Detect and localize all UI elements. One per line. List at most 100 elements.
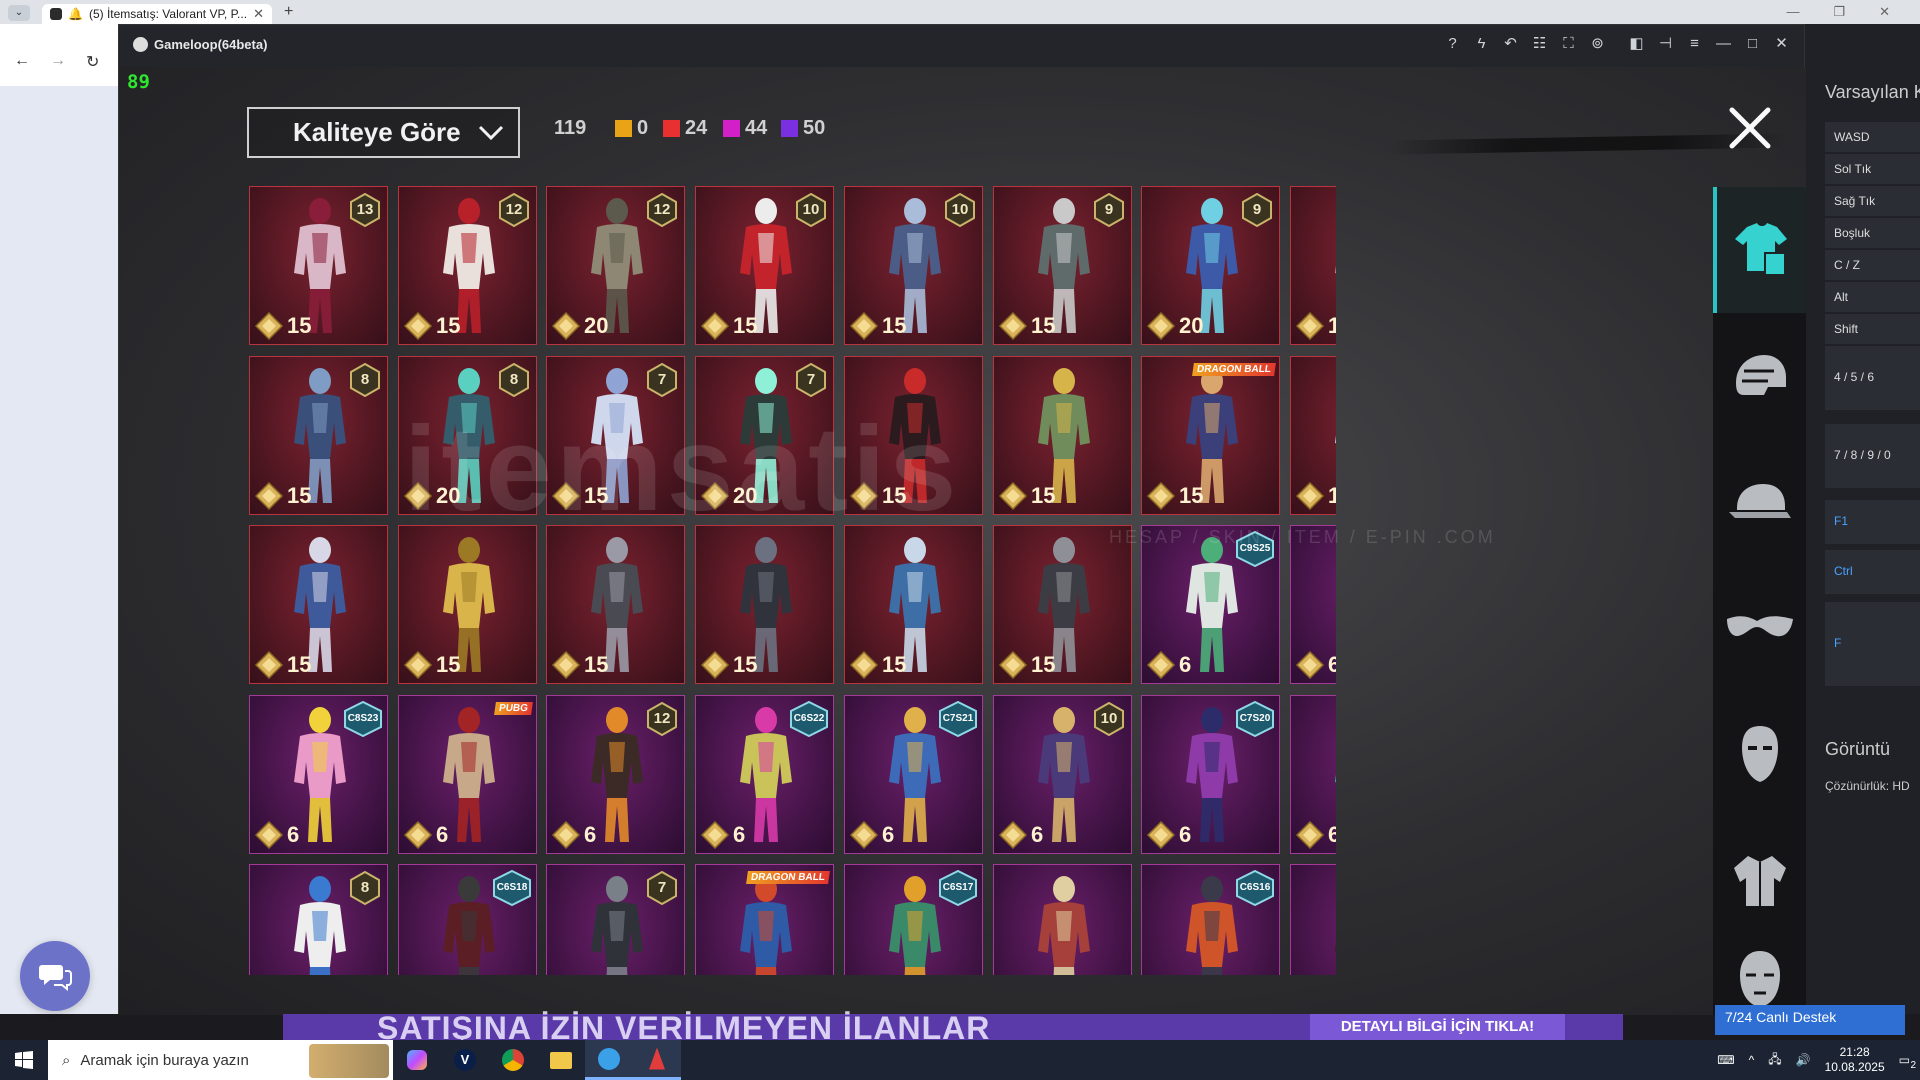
key-row[interactable]: WASD <box>1825 122 1920 152</box>
browser-restore-icon[interactable]: ❐ <box>1833 4 1845 20</box>
sidebar-icon[interactable]: ◧ <box>1628 35 1645 52</box>
taskbar-app-gameloop[interactable] <box>633 1040 681 1080</box>
inventory-item[interactable]: 12 20 <box>546 186 685 345</box>
taskbar-app-chrome[interactable] <box>489 1040 537 1080</box>
inventory-item[interactable]: DRAGON BALL 15 <box>1141 356 1280 515</box>
inventory-item[interactable]: 15 <box>844 525 983 684</box>
forward-icon[interactable]: → <box>50 52 66 70</box>
keyboard-icon[interactable]: ⌨ <box>1717 1053 1734 1067</box>
pin-icon[interactable]: ⊣ <box>1657 35 1674 52</box>
reload-icon[interactable]: ↻ <box>86 52 99 72</box>
inventory-item[interactable]: 10 6 <box>993 695 1132 854</box>
screenshot-icon[interactable]: ⊚ <box>1589 35 1606 52</box>
maximize-icon[interactable]: □ <box>1744 35 1761 52</box>
browser-minimize-icon[interactable]: — <box>1786 4 1799 20</box>
fullscreen-icon[interactable]: ⛶ <box>1560 35 1577 52</box>
inventory-item[interactable]: 9 20 <box>1141 186 1280 345</box>
inventory-item[interactable]: 6 <box>1290 864 1336 975</box>
category-jacket[interactable] <box>1713 817 1806 943</box>
inventory-item[interactable]: 15 <box>695 525 834 684</box>
inventory-item[interactable]: DRAGON BALL6 <box>695 864 834 975</box>
help-icon[interactable]: ? <box>1444 35 1461 52</box>
category-glasses[interactable] <box>1713 565 1806 691</box>
inventory-item[interactable]: 15 <box>993 356 1132 515</box>
inventory-item[interactable]: 15 <box>1290 186 1336 345</box>
network-icon[interactable]: 🖧 <box>1768 1050 1781 1071</box>
clock[interactable]: 21:28 10.08.2025 <box>1825 1045 1885 1075</box>
key-row[interactable]: F1 <box>1825 500 1920 544</box>
taskbar-app-explorer[interactable] <box>537 1040 585 1080</box>
key-row[interactable]: Alt <box>1825 282 1920 312</box>
key-row[interactable]: 7 / 8 / 9 / 0 <box>1825 424 1920 488</box>
live-support-button[interactable]: 7/24 Canlı Destek <box>1715 1005 1905 1035</box>
banner-cta-button[interactable]: DETAYLI BİLGİ İÇİN TIKLA! <box>1310 1014 1565 1040</box>
inventory-item[interactable]: 8 15 <box>249 356 388 515</box>
inventory-item[interactable]: 10 15 <box>695 186 834 345</box>
inventory-item[interactable]: 15 <box>993 525 1132 684</box>
browser-close-icon[interactable]: ✕ <box>1879 4 1890 20</box>
key-row[interactable]: 4 / 5 / 6 <box>1825 346 1920 410</box>
inventory-item[interactable]: 8 20 <box>398 356 537 515</box>
inventory-item[interactable]: 12 15 <box>398 186 537 345</box>
inventory-item[interactable]: 12 6 <box>546 695 685 854</box>
inventory-item[interactable]: C6S22 6 <box>695 695 834 854</box>
key-row[interactable]: C / Z <box>1825 250 1920 280</box>
back-icon[interactable]: ← <box>14 52 30 70</box>
inventory-item[interactable]: C7S21 6 <box>844 695 983 854</box>
taskbar-search[interactable]: ⌕ Aramak için buraya yazın <box>48 1040 393 1080</box>
live-chat-button[interactable] <box>20 941 90 1011</box>
inventory-item[interactable]: 76 <box>546 864 685 975</box>
key-row[interactable]: F <box>1825 602 1920 686</box>
minimize-icon[interactable]: — <box>1715 35 1732 52</box>
inventory-item[interactable]: PUBG 6 <box>398 695 537 854</box>
start-button[interactable] <box>0 1040 48 1080</box>
close-tab-icon[interactable]: ✕ <box>253 6 264 22</box>
inventory-item[interactable]: C6S176 <box>844 864 983 975</box>
inventory-item[interactable]: C9S25 6 <box>1141 525 1280 684</box>
inventory-item[interactable]: 6 <box>993 864 1132 975</box>
inventory-item[interactable]: 96 <box>1290 695 1336 854</box>
grid-icon[interactable]: ☷ <box>1531 35 1548 52</box>
inventory-item[interactable]: 86 <box>249 864 388 975</box>
key-row[interactable]: Sol Tık <box>1825 154 1920 184</box>
new-tab-button[interactable]: + <box>284 3 293 21</box>
inventory-item[interactable]: 10 15 <box>844 186 983 345</box>
inventory-item[interactable]: C8S23 6 <box>249 695 388 854</box>
inventory-item[interactable]: 15 <box>546 525 685 684</box>
notifications-icon[interactable]: ▭ 2 <box>1899 1053 1916 1071</box>
taskbar-app-browser[interactable] <box>585 1040 633 1080</box>
close-icon[interactable]: ✕ <box>1773 35 1790 52</box>
close-inventory-icon[interactable] <box>1727 105 1773 151</box>
key-row[interactable]: Sağ Tık <box>1825 186 1920 216</box>
inventory-item[interactable]: 15 <box>398 525 537 684</box>
rotate-icon[interactable]: ↶ <box>1502 35 1519 52</box>
inventory-item[interactable]: C8S246 <box>1290 525 1336 684</box>
inventory-item[interactable]: 7 20 <box>695 356 834 515</box>
category-hat[interactable] <box>1713 439 1806 565</box>
inventory-item[interactable]: C6S186 <box>398 864 537 975</box>
category-outfit[interactable] <box>1713 187 1806 313</box>
inventory-item[interactable]: 9 15 <box>993 186 1132 345</box>
tab-list-button[interactable]: ⌄ <box>8 5 30 21</box>
taskbar-app-copilot[interactable] <box>393 1040 441 1080</box>
taskbar-app-v[interactable]: V <box>441 1040 489 1080</box>
key-row[interactable]: Boşluk <box>1825 218 1920 248</box>
category-helmet[interactable] <box>1713 313 1806 439</box>
boost-icon[interactable]: ϟ <box>1473 35 1490 52</box>
key-row[interactable]: Shift <box>1825 314 1920 344</box>
inventory-item[interactable]: 15 <box>1290 356 1336 515</box>
sort-dropdown[interactable]: Kaliteye Göre <box>247 107 520 158</box>
inventory-item[interactable]: 15 <box>844 356 983 515</box>
category-mask[interactable] <box>1713 691 1806 817</box>
inventory-item[interactable]: C7S20 6 <box>1141 695 1280 854</box>
inventory-item[interactable]: 7 15 <box>546 356 685 515</box>
volume-icon[interactable]: 🔊 <box>1796 1053 1811 1067</box>
tray-expand-icon[interactable]: ^ <box>1749 1053 1755 1067</box>
rarity-count-epic: 44 <box>723 117 767 140</box>
inventory-item[interactable]: 15 <box>249 525 388 684</box>
menu-icon[interactable]: ≡ <box>1686 35 1703 52</box>
inventory-item[interactable]: C6S166 <box>1141 864 1280 975</box>
browser-tab[interactable]: 🔔 (5) İtemsatış: Valorant VP, P... ✕ <box>42 4 272 24</box>
inventory-item[interactable]: 13 15 <box>249 186 388 345</box>
key-row[interactable]: Ctrl <box>1825 550 1920 594</box>
